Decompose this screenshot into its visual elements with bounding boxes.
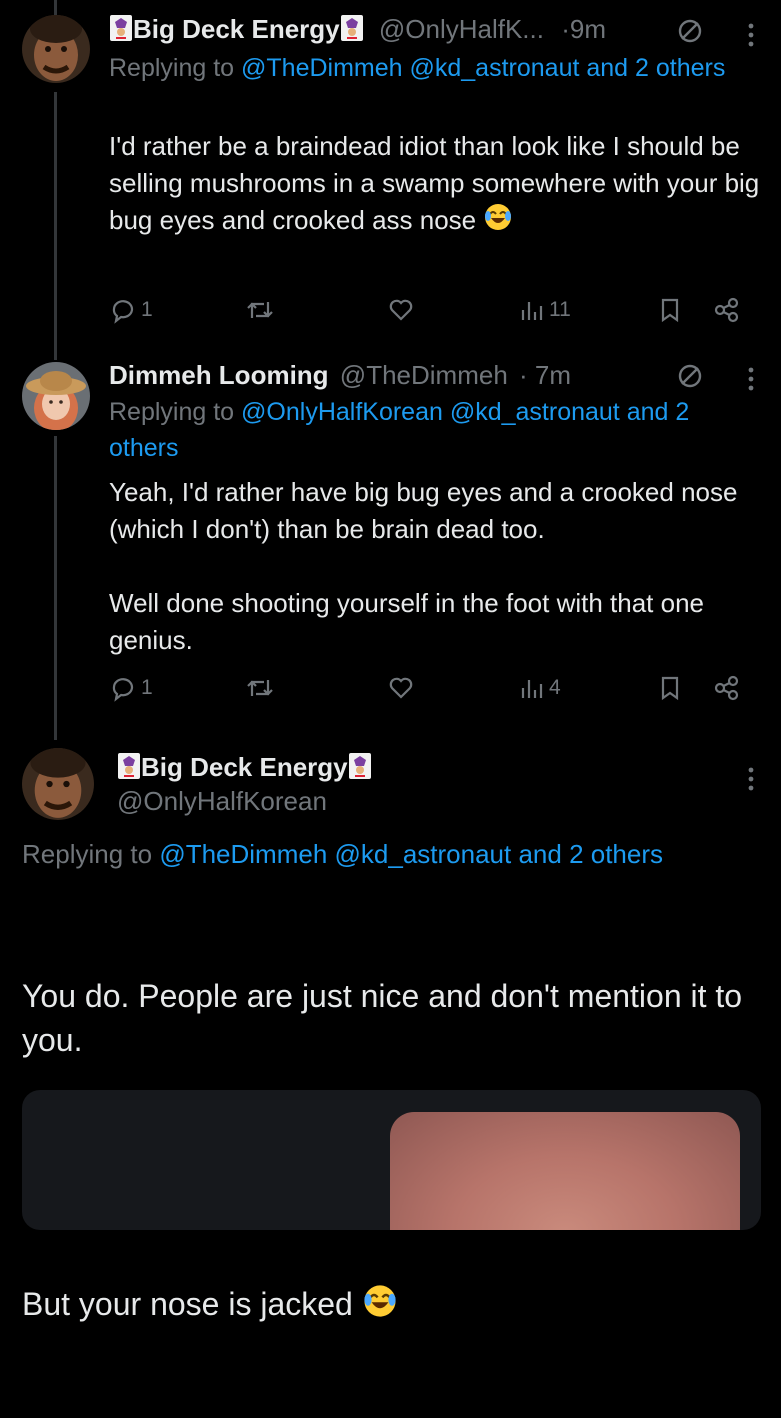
retweet-icon <box>247 302 273 318</box>
avatar[interactable] <box>22 748 94 820</box>
replying-to-label: Replying to <box>22 839 160 869</box>
separator-dot: · <box>519 360 528 390</box>
user-handle[interactable]: @TheDimmeh <box>340 360 508 390</box>
retweet-icon <box>247 680 273 696</box>
share-icon <box>714 675 739 701</box>
views-button[interactable]: 11 <box>517 296 571 324</box>
views-icon <box>521 680 543 698</box>
reply-count: 1 <box>141 676 153 699</box>
bookmark-icon <box>661 676 679 701</box>
retweet-button[interactable] <box>245 674 275 702</box>
tweet-text: Yeah, I'd rather have big bug eyes and a… <box>109 477 738 655</box>
like-button[interactable] <box>387 674 415 702</box>
tweet-2[interactable]: Dimmeh Looming @TheDimmeh · 7m Replying … <box>0 340 781 730</box>
avatar[interactable] <box>22 362 90 430</box>
media-card[interactable] <box>22 1090 761 1230</box>
tweet-actions: 1 4 <box>109 674 749 714</box>
share-button[interactable] <box>713 296 741 324</box>
views-count: 4 <box>549 676 561 699</box>
attached-photo[interactable] <box>390 1112 740 1230</box>
no-entry-icon <box>676 17 704 50</box>
replying-to-label: Replying to <box>109 54 242 82</box>
user-handle[interactable]: @OnlyHalfK... <box>379 14 544 44</box>
replying-to: Replying to @TheDimmeh @kd_astronaut and… <box>109 50 759 86</box>
more-icon[interactable] <box>747 22 755 48</box>
bookmark-button[interactable] <box>657 296 683 324</box>
tweet-header: Big Deck Energy <box>117 752 372 783</box>
jester-emoji-icon <box>117 752 141 780</box>
tweet-text-content: I'd rather be a braindead idiot than loo… <box>109 131 767 235</box>
more-icon[interactable] <box>747 766 755 792</box>
tweet-text: I'd rather be a braindead idiot than loo… <box>109 128 764 242</box>
reply-button[interactable]: 1 <box>109 674 153 702</box>
replying-to-links[interactable]: @TheDimmeh @kd_astronaut and 2 others <box>241 54 725 82</box>
jester-emoji-icon <box>109 14 133 42</box>
heart-icon <box>389 299 413 321</box>
tweet-actions: 1 11 <box>109 296 749 336</box>
bookmark-icon <box>661 298 679 323</box>
replying-to-label: Replying to <box>109 398 242 426</box>
laughing-emoji-icon <box>483 202 513 242</box>
timestamp[interactable]: 9m <box>570 14 606 44</box>
reply-button[interactable]: 1 <box>109 296 153 324</box>
tweet-1[interactable]: Big Deck Energy @OnlyHalfK... ·9m Replyi… <box>0 0 781 340</box>
like-button[interactable] <box>387 296 415 324</box>
heart-icon <box>389 677 413 699</box>
replying-to: Replying to @TheDimmeh @kd_astronaut and… <box>22 836 762 872</box>
display-name[interactable]: Big Deck Energy <box>133 14 340 44</box>
views-button[interactable]: 4 <box>517 674 561 702</box>
jester-emoji-icon <box>348 752 372 780</box>
tweet-header: Big Deck Energy @OnlyHalfK... ·9m <box>109 14 606 45</box>
laughing-emoji-icon <box>362 1283 398 1330</box>
timestamp[interactable]: 7m <box>535 360 571 390</box>
reply-icon <box>112 678 134 702</box>
display-name[interactable]: Big Deck Energy <box>141 752 348 782</box>
views-count: 11 <box>549 298 571 321</box>
tweet-header: Dimmeh Looming @TheDimmeh · 7m <box>109 360 571 391</box>
bookmark-button[interactable] <box>657 674 683 702</box>
jester-emoji-icon <box>340 14 364 42</box>
replying-to-links[interactable]: @TheDimmeh @kd_astronaut and 2 others <box>159 839 663 869</box>
share-button[interactable] <box>713 674 741 702</box>
user-handle[interactable]: @OnlyHalfKorean <box>117 786 327 817</box>
replying-to: Replying to @OnlyHalfKorean @kd_astronau… <box>109 394 759 466</box>
avatar[interactable] <box>22 15 90 83</box>
separator-dot: · <box>561 14 570 44</box>
reply-count: 1 <box>141 298 153 321</box>
main-tweet-paragraph-2: But your nose is jacked <box>22 1282 767 1330</box>
views-icon <box>521 302 543 320</box>
retweet-button[interactable] <box>245 296 275 324</box>
no-entry-icon <box>676 362 704 395</box>
main-tweet-paragraph-2-text: But your nose is jacked <box>22 1286 353 1322</box>
display-name[interactable]: Dimmeh Looming <box>109 360 329 390</box>
share-icon <box>714 297 739 323</box>
main-tweet-paragraph-1: You do. People are just nice and don't m… <box>22 978 751 1058</box>
more-icon[interactable] <box>747 366 755 392</box>
reply-icon <box>112 300 134 324</box>
